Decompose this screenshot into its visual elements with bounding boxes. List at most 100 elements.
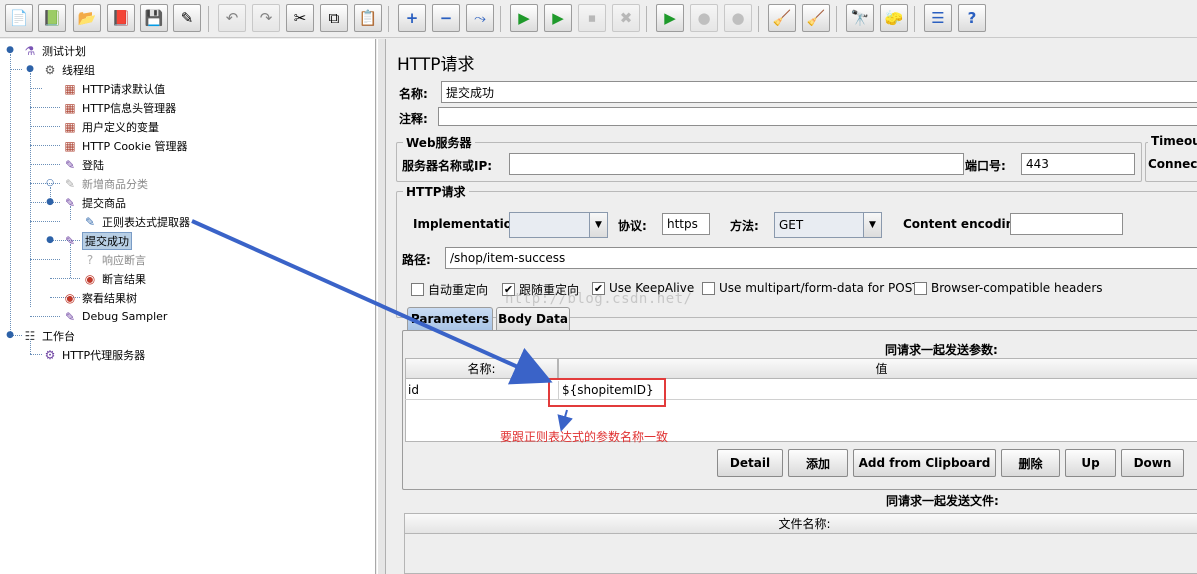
parameters-caption: 同请求一起发送参数: — [885, 343, 998, 357]
server-field[interactable] — [509, 153, 964, 175]
tree-item-http-defaults[interactable]: ▦ HTTP请求默认值 — [62, 79, 165, 98]
assertion-icon: ? — [86, 252, 94, 267]
tree-item-submit-item[interactable]: ✎ 提交商品 — [62, 193, 126, 212]
content-encoding-field[interactable] — [1010, 213, 1123, 235]
browser-headers-checkbox[interactable]: Browser-compatible headers — [914, 281, 1103, 295]
save-icon[interactable]: 💾 — [140, 4, 168, 32]
comment-label: 注释: — [399, 112, 428, 126]
thread-group-icon: ⚙ — [44, 62, 56, 77]
tree-item-cookie-manager[interactable]: ▦ HTTP Cookie 管理器 — [62, 136, 187, 155]
param-name-cell[interactable]: id — [405, 381, 558, 400]
tree-item-workbench[interactable]: ☷ 工作台 — [22, 326, 75, 345]
page-title: HTTP请求 — [397, 55, 475, 75]
server-label: 服务器名称或IP: — [402, 159, 493, 173]
method-select[interactable]: GET ▼ — [774, 212, 882, 238]
port-field[interactable]: 443 — [1021, 153, 1135, 175]
path-field[interactable]: /shop/item-success — [445, 247, 1197, 269]
down-button[interactable]: Down — [1121, 449, 1184, 477]
column-header-name[interactable]: 名称: — [405, 358, 558, 379]
remote-start-icon[interactable]: ▶ — [656, 4, 684, 32]
path-label: 路径: — [402, 253, 431, 267]
tree-item-thread-group[interactable]: ⚙ 线程组 — [42, 60, 95, 79]
tree-item-assertion-results[interactable]: ◉ 断言结果 — [82, 269, 146, 288]
cut-icon[interactable]: ✂ — [286, 4, 314, 32]
paste-icon[interactable]: 📋 — [354, 4, 382, 32]
help-icon[interactable]: ? — [958, 4, 986, 32]
main-toolbar: 📄 📗 📂 📕 💾 ✎ ↶ ↷ ✂ ⧉ 📋 + − ⤳ ▶ ▶ ⏹ ✖ ▶ ● … — [0, 0, 1197, 38]
reset-search-icon[interactable]: 🧽 — [880, 4, 908, 32]
tree-item-response-assertion[interactable]: ? 响应断言 — [82, 250, 146, 269]
panel-splitter[interactable] — [377, 39, 386, 574]
new-icon[interactable]: 📄 — [5, 4, 33, 32]
add-from-clipboard-button[interactable]: Add from Clipboard — [853, 449, 996, 477]
implementation-select[interactable]: ▼ — [509, 212, 608, 238]
listener-icon: ◉ — [84, 271, 96, 286]
protocol-field[interactable]: https — [662, 213, 710, 235]
tree-item-user-variables[interactable]: ▦ 用户定义的变量 — [62, 117, 159, 136]
remote-shutdown-icon[interactable]: ● — [724, 4, 752, 32]
files-caption: 同请求一起发送文件: — [886, 494, 999, 508]
config-element-icon: ▦ — [64, 119, 76, 134]
collapse-toggle-icon[interactable]: ● — [6, 46, 14, 55]
clear-icon[interactable]: 🧹 — [768, 4, 796, 32]
tree-item-view-results-tree[interactable]: ◉ 察看结果树 — [62, 288, 137, 307]
tree-item-http-proxy[interactable]: ⚙ HTTP代理服务器 — [42, 345, 146, 364]
save-as-icon[interactable]: ✎ — [173, 4, 201, 32]
search-icon[interactable]: 🔭 — [846, 4, 874, 32]
config-element-icon: ▦ — [64, 138, 76, 153]
clear-all-icon[interactable]: 🧹 — [802, 4, 830, 32]
add-button[interactable]: 添加 — [788, 449, 848, 477]
proxy-icon: ⚙ — [44, 347, 56, 362]
collapse-toggle-icon[interactable]: ● — [6, 331, 14, 340]
column-header-value[interactable]: 值 — [558, 358, 1197, 379]
column-header-filename[interactable]: 文件名称: — [404, 513, 1197, 534]
collapse-icon[interactable]: − — [432, 4, 460, 32]
chevron-down-icon: ▼ — [863, 213, 881, 237]
highlight-box — [548, 378, 666, 407]
collapse-toggle-icon[interactable]: ● — [26, 65, 34, 74]
tab-parameters[interactable]: Parameters — [407, 307, 493, 330]
expand-icon[interactable]: + — [398, 4, 426, 32]
watermark: http://blog.csdn.net/ — [505, 291, 693, 307]
collapse-toggle-icon[interactable]: ● — [46, 198, 54, 207]
connect-timeout-label: Connect: — [1148, 157, 1197, 171]
auto-redirect-checkbox[interactable]: 自动重定向 — [411, 281, 488, 298]
start-icon[interactable]: ▶ — [510, 4, 538, 32]
start-no-timers-icon[interactable]: ▶ — [544, 4, 572, 32]
stop-icon[interactable]: ⏹ — [578, 4, 606, 32]
tree-item-header-manager[interactable]: ▦ HTTP信息头管理器 — [62, 98, 176, 117]
shutdown-icon[interactable]: ✖ — [612, 4, 640, 32]
undo-icon[interactable]: ↶ — [218, 4, 246, 32]
tree-item-debug-sampler[interactable]: ✎ Debug Sampler — [62, 307, 167, 326]
delete-button[interactable]: 删除 — [1001, 449, 1060, 477]
tree-item-login[interactable]: ✎ 登陆 — [62, 155, 104, 174]
config-element-icon: ▦ — [64, 81, 76, 96]
name-field[interactable]: 提交成功 — [441, 81, 1197, 103]
open-icon[interactable]: 📂 — [73, 4, 101, 32]
multipart-checkbox[interactable]: Use multipart/form-data for POST — [702, 281, 920, 295]
close-icon[interactable]: 📕 — [107, 4, 135, 32]
comment-field[interactable] — [438, 107, 1197, 126]
sampler-icon: ✎ — [64, 157, 76, 172]
tab-body-data[interactable]: Body Data — [496, 307, 570, 330]
detail-button[interactable]: Detail — [717, 449, 783, 477]
tree-item-add-category[interactable]: ✎ 新增商品分类 — [62, 174, 148, 193]
redo-icon[interactable]: ↷ — [252, 4, 280, 32]
tree-item-submit-success[interactable]: ✎ 提交成功 — [62, 231, 132, 250]
tree-item-test-plan[interactable]: ⚗ 测试计划 — [22, 41, 86, 60]
config-element-icon: ▦ — [64, 100, 76, 115]
up-button[interactable]: Up — [1065, 449, 1116, 477]
remote-stop-icon[interactable]: ● — [690, 4, 718, 32]
templates-icon[interactable]: 📗 — [38, 4, 66, 32]
content-encoding-label: Content encoding: — [903, 217, 1028, 231]
expand-toggle-icon[interactable]: ○ — [46, 179, 54, 188]
toggle-icon[interactable]: ⤳ — [466, 4, 494, 32]
workbench-icon: ☷ — [24, 328, 36, 343]
copy-icon[interactable]: ⧉ — [320, 4, 348, 32]
annotation-note: 要跟正则表达式的参数名称一致 — [500, 430, 669, 444]
name-label: 名称: — [399, 87, 428, 101]
collapse-toggle-icon[interactable]: ● — [46, 236, 54, 245]
tree-item-regex-extractor[interactable]: ✎ 正则表达式提取器 — [82, 212, 190, 231]
test-plan-icon: ⚗ — [24, 43, 36, 58]
function-helper-icon[interactable]: ☰ — [924, 4, 952, 32]
